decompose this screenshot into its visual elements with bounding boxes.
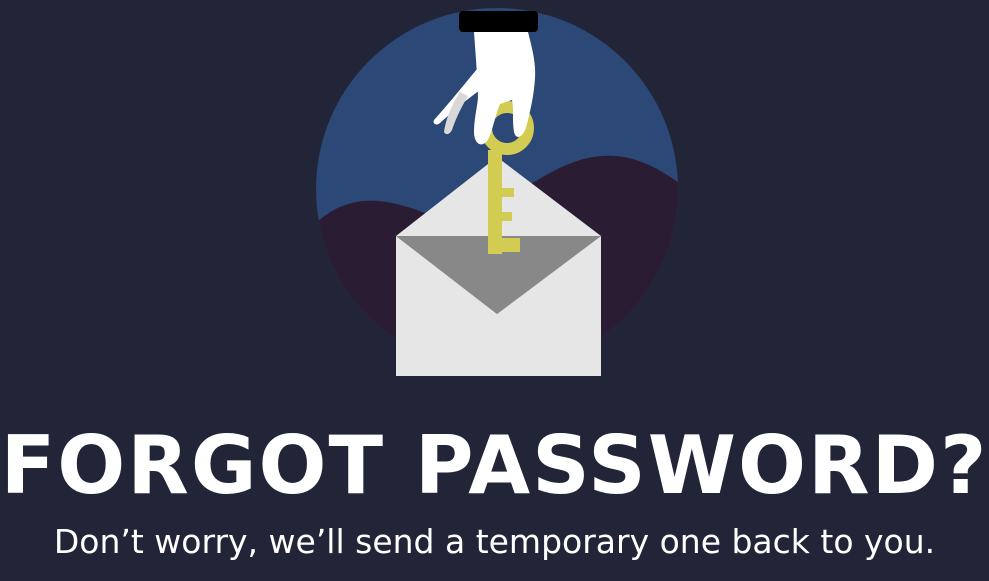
forgot-password-illustration <box>316 8 678 376</box>
page-subtitle: Don’t worry, we’ll send a temporary one … <box>53 522 936 561</box>
page-title: FORGOT PASSWORD? <box>0 419 989 512</box>
